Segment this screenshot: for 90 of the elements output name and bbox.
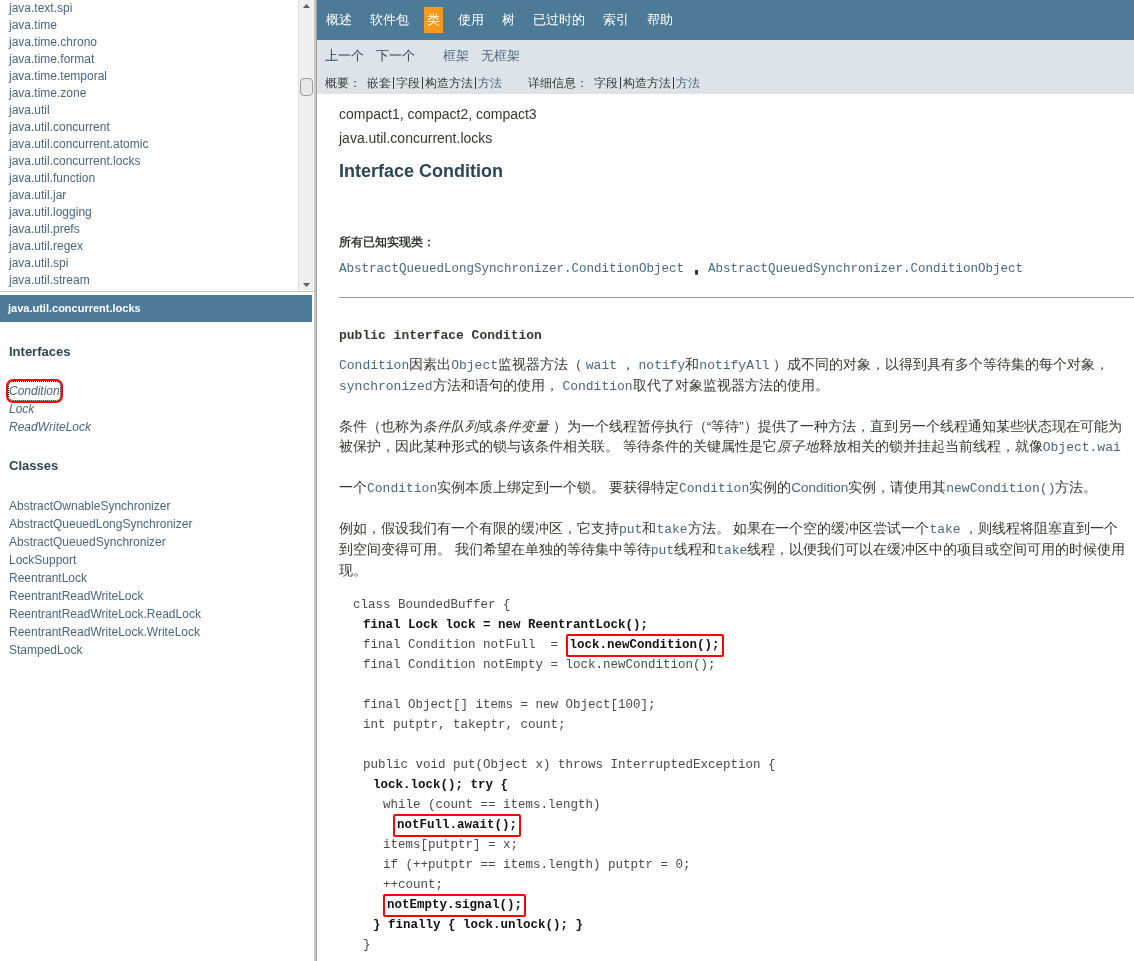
summary-label: 详细信息： [528,74,588,92]
nav-link[interactable]: 上一个 [325,46,364,66]
nav-tab[interactable]: 使用 [455,7,487,33]
package-header: java.util.concurrent.locks [0,295,312,322]
package-link[interactable]: java.util.spi [9,255,298,272]
profiles-text: compact1, compact2, compact3 [339,105,538,124]
summary-link[interactable]: 方法 [478,73,502,92]
package-link[interactable]: java.time.chrono [9,34,298,51]
class-link[interactable]: AbstractQueuedSynchronizer.ConditionObject [708,260,1024,279]
code-line: } [363,936,371,954]
nav-link[interactable]: 下一个 [376,46,415,66]
class-link[interactable]: AbstractQueuedSynchronizer [9,533,314,551]
interface-link[interactable]: ReadWriteLock [9,417,92,436]
scrollbar[interactable] [298,0,314,291]
package-link[interactable]: java.util.prefs [9,221,298,238]
paragraph-line: 到空间变得可用。 我们希望在单独的等待集中等待put线程和take线程，以便我们可以在缓冲区中的项目或空间可用的时候使用 [339,541,1127,561]
summary-text: 字段 [594,74,618,92]
class-link[interactable]: ReentrantReadWriteLock.WriteLock [9,623,314,641]
implementing-label: 所有已知实现类： [339,234,436,251]
package-link[interactable]: java.util.logging [9,204,298,221]
package-link[interactable]: java.time.zone [9,85,298,102]
code-line: final Object[] items = new Object[100]; [363,696,656,714]
paragraph-line: 例如，假设我们有一个有限的缓冲区，它支持put和take方法。 如果在一个空的缓冲区尝试一个take ，则线程将阻塞直到一个 [339,520,1120,540]
nav-tab[interactable]: 树 [499,7,518,33]
nav-tab[interactable]: 帮助 [644,7,676,33]
paragraph-line: 现。 [339,562,368,581]
scroll-down-icon[interactable] [303,283,310,287]
nav-tab[interactable]: 软件包 [367,7,412,33]
code-line: items[putptr] = x; [383,836,519,854]
section-heading: Interfaces [9,343,72,361]
nav-link[interactable]: 框架 [443,46,469,66]
summary-text: 构造方法 [623,74,671,92]
package-link[interactable]: java.util [9,102,298,119]
code-line: class BoundedBuffer { [353,596,511,614]
code-line: if (++putptr == items.length) putptr = 0; [383,856,691,874]
code-link[interactable]: notifyAll [699,358,770,374]
code-line: final Condition notFull = [363,636,560,654]
class-link[interactable]: LockSupport [9,551,314,569]
declaration: public interface Condition [339,326,543,345]
package-link[interactable]: java.text.spi [9,0,298,17]
package-link[interactable]: java.util.concurrent.locks [9,153,298,170]
paragraph-line: synchronized方法和语句的使用， Condition取代了对象监视器方法的使用。 [339,377,830,397]
package-link[interactable]: java.util.stream [9,272,298,289]
code-line: lock.lock(); try { [373,776,509,794]
package-link[interactable]: java.time.format [9,51,298,68]
page-title: Interface Condition [339,160,504,183]
code-line: } finally { lock.unlock(); } [373,916,584,934]
paragraph-line: Condition因素出 Object监视器方法（ wait ， notify和notifyAll ）成不同的对象，以得到具有多个等待集的每个对象， [339,356,1111,376]
package-link[interactable]: java.util.jar [9,187,298,204]
nav-tab[interactable]: 已过时的 [530,7,588,33]
summary-text: 字段 [396,74,420,92]
scroll-thumb[interactable] [300,78,313,96]
link[interactable]: Condition [791,480,849,496]
code-link[interactable]: wait [585,358,617,374]
class-link[interactable]: ReentrantLock [9,569,314,587]
code-line: ++count; [383,876,443,894]
summary-text: 构造方法 [425,74,473,92]
code-line: final Lock lock = new ReentrantLock(); [363,616,649,634]
code-line: public void put(Object x) throws InterruptedException { [363,756,776,774]
summary-link[interactable]: 方法 [676,73,700,92]
class-link[interactable]: ReentrantReadWriteLock.ReadLock [9,605,314,623]
paragraph-line: 条件（也称为条件队列或条件变量 ）为一个线程暂停执行（“等待”）提供了一种方法，直到另一个线程通知某些状态现在可能为 [339,418,1123,437]
section-heading: Classes [9,456,60,475]
class-link[interactable]: AbstractQueuedLongSynchronizer [9,515,314,533]
class-link[interactable]: AbstractQueuedLongSynchronizer.ConditionObject [339,260,685,279]
nav-tab[interactable]: 索引 [600,7,632,33]
nav-tab[interactable]: 概述 [323,7,355,33]
package-link[interactable]: java.util.concurrent [9,119,298,136]
interface-link[interactable]: Lock [9,399,35,418]
paragraph-line: 一个Condition实例本质上绑定到一个锁。 要获得特定Condition实例的Condition实例，请使用其newCondition()方法。 [339,479,1099,499]
code-line: final Condition notEmpty = lock.newCondition(); [363,656,716,674]
summary-text: 嵌套 [367,74,391,92]
package-link[interactable]: java.util.concurrent.atomic [9,136,298,153]
package-name: java.util.concurrent.locks [339,129,494,148]
summary-label: 概要： [325,74,361,92]
class-link[interactable]: ReentrantReadWriteLock [9,587,314,605]
package-link[interactable]: java.util.regex [9,238,298,255]
package-link[interactable]: java.time [9,17,298,34]
nav-link[interactable]: 无框架 [481,46,520,66]
scroll-up-icon[interactable] [303,4,310,8]
class-link[interactable]: StampedLock [9,641,314,659]
code-link[interactable]: newCondition() [946,481,1056,497]
paragraph-line: 被保护，因此某种形式的锁与该条件相关联。 等待条件的关键属性是它原子地释放相关的锁并挂起当前线程，就像Object.wai [339,438,1122,458]
package-link[interactable]: java.util.function [9,170,298,187]
code-link[interactable]: notify [638,358,686,374]
interface-link[interactable]: Condition [9,381,60,400]
package-link[interactable]: java.time.temporal [9,68,298,85]
code-line: int putptr, takeptr, count; [363,716,566,734]
code-line: while (count == items.length) [383,796,601,814]
class-link[interactable]: AbstractOwnableSynchronizer [9,497,314,515]
